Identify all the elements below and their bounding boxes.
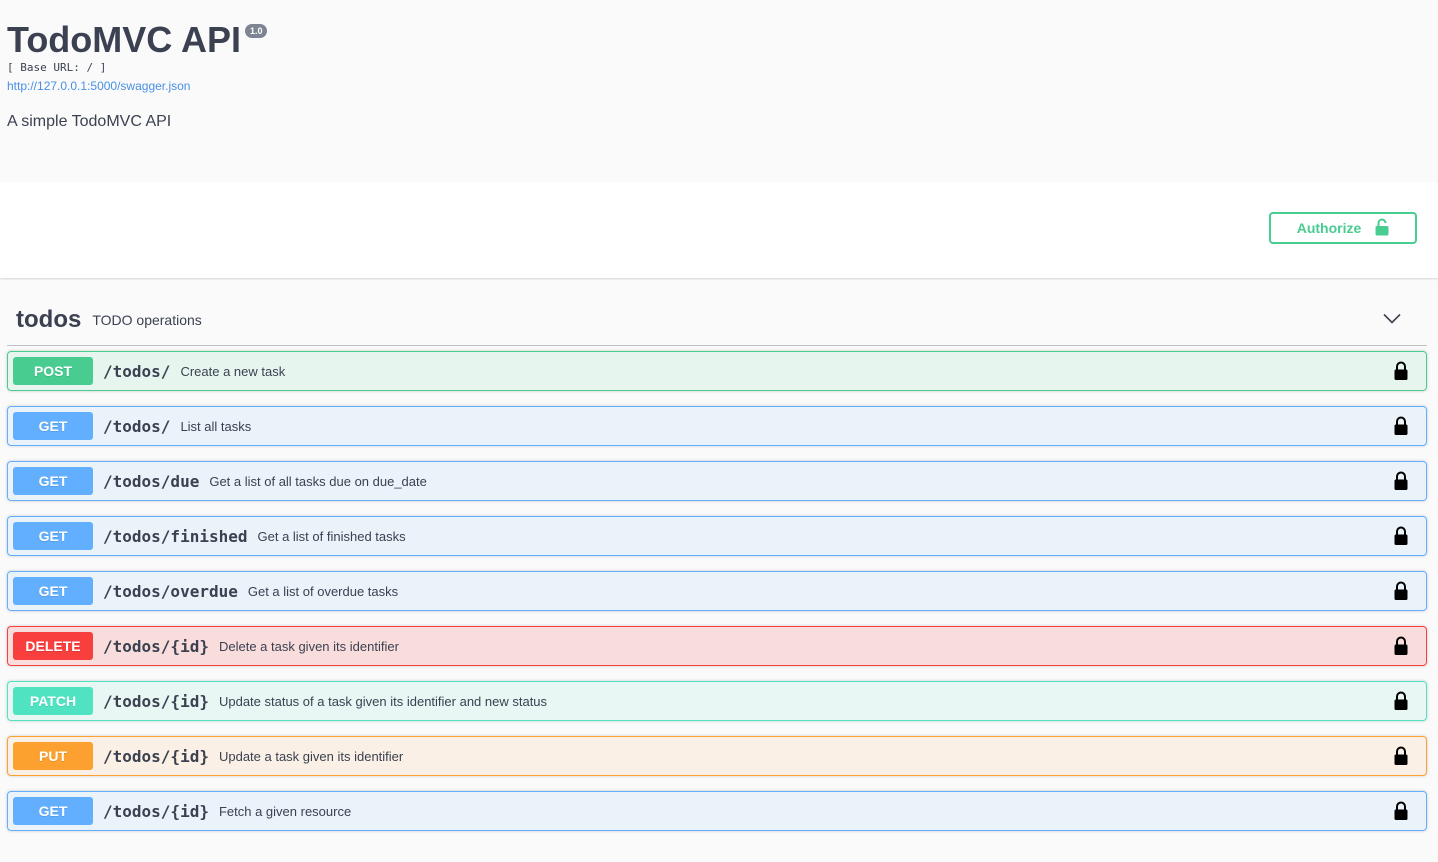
method-badge: GET: [13, 522, 93, 550]
operation-path: /todos/{id}: [103, 746, 209, 766]
method-badge: GET: [13, 797, 93, 825]
method-badge: PATCH: [13, 687, 93, 715]
unlock-icon: [1375, 218, 1389, 239]
base-url: [ Base URL: / ]: [7, 61, 107, 74]
operation-path: /todos/{id}: [103, 691, 209, 711]
operation-summary: Update a task given its identifier: [218, 748, 404, 764]
api-description: A simple TodoMVC API: [7, 113, 172, 130]
operation-path: /todos/: [103, 416, 171, 436]
tag-name: todos: [16, 305, 82, 333]
info-section: TodoMVC API 1.0 [ Base URL: / ] http://12…: [0, 0, 1438, 182]
lock-icon[interactable]: [1394, 471, 1408, 496]
operation-get[interactable]: GET/todos/List all tasks: [7, 406, 1427, 446]
operation-get[interactable]: GET/todos/overdue Get a list of overdue t…: [7, 571, 1427, 611]
method-badge: PUT: [13, 742, 93, 770]
lock-icon[interactable]: [1394, 746, 1408, 771]
lock-icon[interactable]: [1394, 581, 1408, 606]
operation-summary: List all tasks: [180, 418, 252, 434]
authorize-label: Authorize: [1296, 220, 1362, 236]
operation-put[interactable]: PUT/todos/{id} Update a task given its id…: [7, 736, 1427, 776]
operation-summary: Get a list of overdue tasks: [247, 583, 399, 599]
operation-path: /todos/overdue: [103, 581, 238, 601]
tag-header[interactable]: todos TODO operations: [7, 294, 1427, 346]
lock-icon[interactable]: [1394, 416, 1408, 441]
method-badge: GET: [13, 467, 93, 495]
operation-get[interactable]: GET/todos/{id} Fetch a given resource: [7, 791, 1427, 831]
lock-icon[interactable]: [1394, 691, 1408, 716]
tag-section-todos: todos TODO operations POST/todos/Create …: [7, 294, 1427, 831]
operation-path: /todos/{id}: [103, 636, 209, 656]
method-badge: GET: [13, 577, 93, 605]
method-badge: DELETE: [13, 632, 93, 660]
scheme-container: Authorize: [0, 182, 1438, 278]
operation-delete[interactable]: DELETE/todos/{id} Delete a task given its…: [7, 626, 1427, 666]
api-title: TodoMVC API 1.0: [7, 18, 268, 62]
operation-summary: Get a list of all tasks due on due_date: [209, 473, 427, 489]
lock-icon[interactable]: [1394, 361, 1408, 386]
operation-get[interactable]: GET/todos/due Get a list of all tasks due…: [7, 461, 1427, 501]
operation-summary: Fetch a given resource: [218, 803, 352, 819]
operation-path: /todos/: [103, 361, 171, 381]
operation-summary: Get a list of finished tasks: [257, 528, 406, 544]
operation-post[interactable]: POST/todos/Create a new task: [7, 351, 1427, 391]
operation-path: /todos/finished: [103, 526, 248, 546]
operation-summary: Delete a task given its identifier: [218, 638, 399, 654]
authorize-button[interactable]: Authorize: [1269, 212, 1417, 244]
version-badge: 1.0: [244, 24, 268, 38]
lock-icon[interactable]: [1394, 801, 1408, 826]
swagger-json-link[interactable]: http://127.0.0.1:5000/swagger.json: [7, 79, 190, 93]
method-badge: POST: [13, 357, 93, 385]
method-badge: GET: [13, 412, 93, 440]
lock-icon[interactable]: [1394, 636, 1408, 661]
operation-patch[interactable]: PATCH/todos/{id} Update status of a task …: [7, 681, 1427, 721]
tag-description: TODO operations: [92, 311, 202, 328]
chevron-down-icon[interactable]: [1383, 312, 1401, 330]
operation-path: /todos/due: [103, 471, 200, 491]
operation-path: /todos/{id}: [103, 801, 209, 821]
operation-summary: Create a new task: [180, 363, 286, 379]
api-title-text: TodoMVC API: [7, 19, 241, 60]
lock-icon[interactable]: [1394, 526, 1408, 551]
operation-summary: Update status of a task given its identi…: [218, 693, 548, 709]
operation-get[interactable]: GET/todos/finished Get a list of finished…: [7, 516, 1427, 556]
operations-list: POST/todos/Create a new task GET/todos/Li…: [7, 351, 1427, 831]
